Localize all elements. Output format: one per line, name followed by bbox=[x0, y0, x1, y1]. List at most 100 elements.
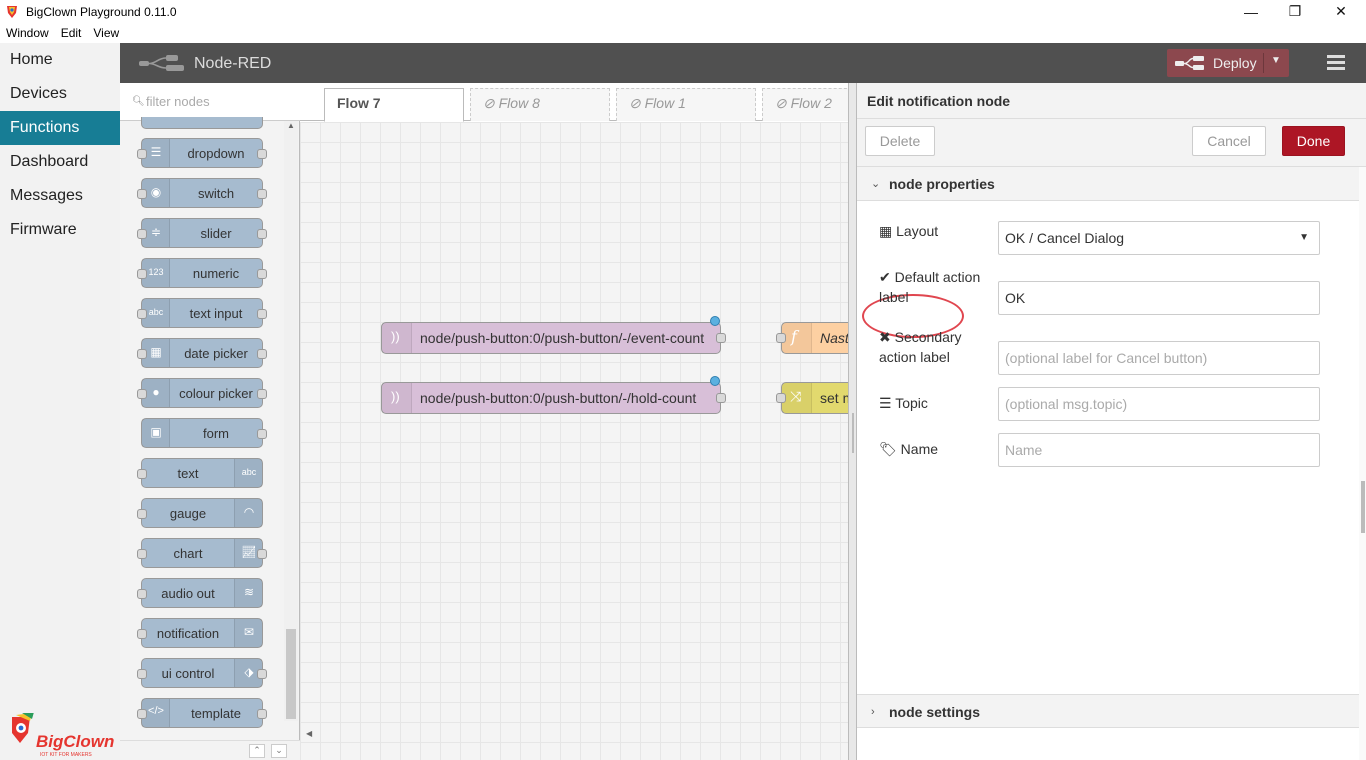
palette-node-gauge[interactable]: ◠ gauge bbox=[137, 498, 263, 528]
output-port[interactable] bbox=[257, 189, 267, 199]
palette-node-template[interactable]: </> template bbox=[137, 698, 267, 728]
maximize-button[interactable]: ❐ bbox=[1272, 0, 1318, 23]
palette-node-chart[interactable]: 📈︎ chart bbox=[137, 538, 267, 568]
palette-node-switch[interactable]: ◉ switch bbox=[137, 178, 267, 208]
layout-select[interactable]: OK / Cancel Dialog ▼ bbox=[998, 221, 1320, 255]
tray-scrollbar[interactable] bbox=[1359, 167, 1366, 760]
palette-node-slider[interactable]: ≑ slider bbox=[137, 218, 267, 248]
scroll-left-icon[interactable]: ◀ bbox=[306, 729, 312, 738]
palette-scrollbar[interactable]: ▲ bbox=[284, 121, 298, 721]
filter-input-placeholder[interactable]: filter nodes bbox=[146, 94, 210, 109]
palette-node-colour-picker[interactable]: ● colour picker bbox=[137, 378, 267, 408]
tab-flow-8[interactable]: ⊘ Flow 8 bbox=[470, 88, 610, 121]
topic-field[interactable]: (optional msg.topic) bbox=[998, 387, 1320, 421]
secondary-action-label: ✖ Secondary action label bbox=[879, 329, 962, 365]
flow-canvas[interactable]: )) node/push-button:0/push-button/-/even… bbox=[300, 122, 861, 760]
menu-view[interactable]: View bbox=[87, 26, 125, 40]
tray-scroll-thumb[interactable] bbox=[1361, 481, 1365, 533]
input-port[interactable] bbox=[137, 189, 147, 199]
tab-flow-2[interactable]: ⊘ Flow 2 bbox=[762, 88, 852, 121]
output-port[interactable] bbox=[257, 429, 267, 439]
output-port[interactable] bbox=[257, 389, 267, 399]
bigclown-logo: BigClown IOT KIT FOR MAKERS bbox=[12, 713, 114, 758]
sidebar-item-devices[interactable]: Devices bbox=[0, 77, 120, 111]
sidebar-item-functions[interactable]: Functions bbox=[0, 111, 120, 145]
input-port[interactable] bbox=[776, 393, 786, 403]
section-node-settings[interactable]: › node settings bbox=[857, 694, 1359, 728]
disabled-icon: ⊘ bbox=[483, 95, 495, 111]
input-port[interactable] bbox=[137, 669, 147, 679]
input-port[interactable] bbox=[137, 349, 147, 359]
input-port[interactable] bbox=[137, 549, 147, 559]
done-button[interactable]: Done bbox=[1282, 126, 1345, 156]
svg-text:IOT KIT FOR MAKERS: IOT KIT FOR MAKERS bbox=[40, 752, 92, 758]
palette-scroll-thumb[interactable] bbox=[286, 629, 296, 719]
palette-node-numeric[interactable]: 123 numeric bbox=[137, 258, 267, 288]
search-icon: 🔍︎ bbox=[132, 96, 145, 107]
tab-flow-1[interactable]: ⊘ Flow 1 bbox=[616, 88, 756, 121]
delete-button[interactable]: Delete bbox=[865, 126, 935, 156]
flow-node-hold-count[interactable]: )) node/push-button:0/push-button/-/hold… bbox=[381, 376, 726, 414]
menu-edit[interactable]: Edit bbox=[55, 26, 88, 40]
palette-node-form[interactable]: ▣ form bbox=[141, 418, 267, 448]
palette-node-ui-control[interactable]: ⬗ ui control bbox=[137, 658, 267, 688]
menu-bar: Window Edit View bbox=[0, 23, 1366, 43]
menu-hamburger-icon[interactable] bbox=[1327, 55, 1345, 71]
output-port[interactable] bbox=[257, 149, 267, 159]
output-port[interactable] bbox=[716, 393, 726, 403]
nodered-header: Node-RED Deploy ▼ bbox=[120, 43, 1366, 83]
output-port[interactable] bbox=[257, 349, 267, 359]
palette-node-text-input[interactable]: abc text input bbox=[137, 298, 267, 328]
input-port[interactable] bbox=[137, 309, 147, 319]
output-port[interactable] bbox=[257, 229, 267, 239]
output-port[interactable] bbox=[257, 709, 267, 719]
input-port[interactable] bbox=[137, 389, 147, 399]
sidebar-item-firmware[interactable]: Firmware bbox=[0, 213, 120, 247]
scroll-up-icon[interactable]: ▲ bbox=[287, 121, 295, 130]
palette-node-notification[interactable]: ✉ notification bbox=[137, 618, 263, 648]
input-port[interactable] bbox=[137, 509, 147, 519]
input-port[interactable] bbox=[137, 269, 147, 279]
caret-down-icon[interactable]: ▼ bbox=[1271, 55, 1281, 66]
input-port[interactable] bbox=[137, 589, 147, 599]
output-port[interactable] bbox=[257, 549, 267, 559]
input-port[interactable] bbox=[137, 469, 147, 479]
section-node-properties[interactable]: ⌄ node properties bbox=[857, 167, 1359, 201]
sidebar-item-messages[interactable]: Messages bbox=[0, 179, 120, 213]
collapse-all-icon[interactable]: ⌃ bbox=[249, 744, 265, 758]
deploy-button[interactable]: Deploy ▼ bbox=[1167, 49, 1289, 77]
minimize-button[interactable]: — bbox=[1228, 0, 1274, 23]
output-port[interactable] bbox=[257, 269, 267, 279]
expand-all-icon[interactable]: ⌄ bbox=[271, 744, 287, 758]
app-window: { "window": { "title": "BigClown Playgro… bbox=[0, 0, 1366, 760]
cancel-button[interactable]: Cancel bbox=[1192, 126, 1266, 156]
palette-filter[interactable]: 🔍︎ filter nodes bbox=[120, 83, 300, 121]
menu-window[interactable]: Window bbox=[0, 26, 55, 40]
deploy-separator bbox=[1263, 53, 1264, 73]
sidebar-item-home[interactable]: Home bbox=[0, 43, 120, 77]
palette-node-dropdown[interactable]: ☰ dropdown bbox=[137, 138, 267, 168]
palette-node-audio-out[interactable]: ≋ audio out bbox=[137, 578, 263, 608]
input-port[interactable] bbox=[137, 709, 147, 719]
chevron-right-icon: › bbox=[871, 706, 875, 718]
name-field[interactable]: Name bbox=[998, 433, 1320, 467]
output-port[interactable] bbox=[716, 333, 726, 343]
close-button[interactable]: ✕ bbox=[1318, 0, 1364, 23]
tab-flow-7[interactable]: Flow 7 bbox=[324, 88, 464, 122]
flow-node-event-count[interactable]: )) node/push-button:0/push-button/-/even… bbox=[381, 316, 726, 354]
secondary-action-field[interactable]: (optional label for Cancel button) bbox=[998, 341, 1320, 375]
output-port[interactable] bbox=[257, 669, 267, 679]
input-port[interactable] bbox=[137, 629, 147, 639]
input-port[interactable] bbox=[137, 149, 147, 159]
sidebar-item-dashboard[interactable]: Dashboard bbox=[0, 145, 120, 179]
palette-node-partial[interactable] bbox=[141, 117, 263, 129]
input-port[interactable] bbox=[776, 333, 786, 343]
palette-node-text[interactable]: abc text bbox=[137, 458, 263, 488]
default-action-field[interactable]: OK bbox=[998, 281, 1320, 315]
output-port[interactable] bbox=[257, 309, 267, 319]
palette-node-date-picker[interactable]: ▦ date picker bbox=[137, 338, 267, 368]
mqtt-icon: )) bbox=[391, 329, 400, 344]
input-port[interactable] bbox=[137, 229, 147, 239]
nodered-title: Node-RED bbox=[194, 55, 272, 72]
panel-splitter[interactable] bbox=[848, 83, 856, 760]
